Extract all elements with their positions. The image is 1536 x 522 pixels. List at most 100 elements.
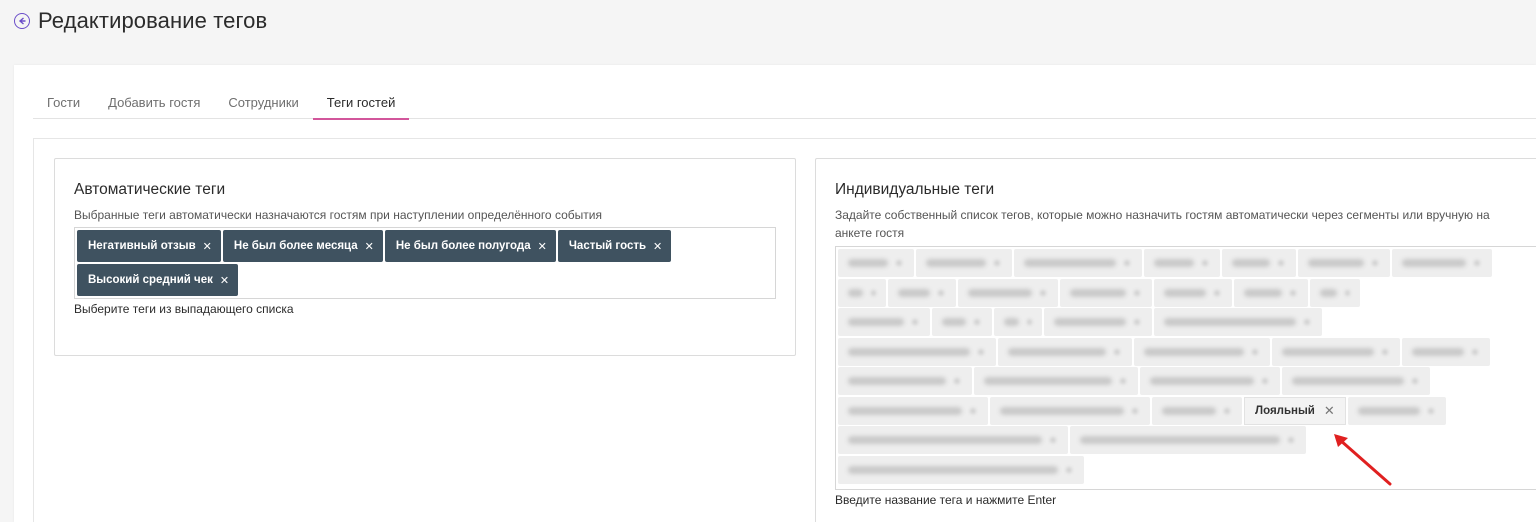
redacted-close-icon: [1124, 260, 1130, 266]
redacted-tag-chip: [1234, 278, 1308, 307]
redacted-close-icon: [1050, 437, 1056, 443]
redacted-tag-chip: [1154, 308, 1322, 336]
redacted-close-icon: [1344, 289, 1350, 296]
redacted-close-icon: [1132, 407, 1138, 414]
redacted-close-icon: [1474, 260, 1480, 266]
redacted-tag-chip: [1014, 249, 1142, 277]
redacted-text: [848, 465, 1058, 474]
redacted-close-icon: [1134, 289, 1140, 296]
redacted-tag-chip: [994, 308, 1042, 336]
redacted-text: [1144, 347, 1244, 356]
redacted-tag-chip: [1070, 426, 1306, 454]
redacted-close-icon: [912, 319, 918, 325]
close-icon[interactable]: ✕: [203, 240, 212, 253]
redacted-tag-chip: [838, 308, 930, 336]
redacted-close-icon: [1262, 378, 1268, 384]
redacted-close-icon: [1214, 289, 1220, 296]
page-title: Редактирование тегов: [38, 8, 268, 33]
redacted-text: [898, 288, 930, 297]
redacted-text: [1000, 406, 1124, 415]
redacted-text: [848, 259, 888, 267]
auto-tags-select[interactable]: Негативный отзыв ✕ Не был более месяца ✕ Н…: [74, 227, 776, 299]
redacted-tag-chip: [838, 278, 886, 307]
tab-staff[interactable]: Сотрудники: [214, 89, 312, 119]
redacted-tag-chip: [1144, 249, 1220, 277]
redacted-close-icon: [938, 289, 944, 296]
redacted-text: [1024, 259, 1116, 267]
redacted-text: [1164, 288, 1206, 297]
redacted-text: [1080, 436, 1280, 444]
redacted-close-icon: [896, 260, 902, 266]
redacted-text: [1320, 288, 1337, 297]
redacted-tag-chip: [958, 278, 1058, 307]
tag-label: Негативный отзыв: [88, 240, 196, 252]
redacted-text: [1232, 259, 1270, 267]
redacted-close-icon: [1120, 378, 1126, 384]
redacted-close-icon: [1427, 407, 1434, 414]
redacted-text: [942, 318, 966, 326]
redacted-text: [1054, 318, 1126, 326]
redacted-text: [848, 288, 864, 297]
close-icon[interactable]: ✕: [1324, 403, 1335, 419]
tag-chip: Не был более месяца ✕: [222, 230, 383, 262]
redacted-text: [1162, 406, 1216, 415]
redacted-tag-chip: [990, 396, 1150, 425]
redacted-close-icon: [1472, 348, 1478, 355]
tag-label: Частый гость: [568, 240, 647, 252]
redacted-tag-chip: [1282, 367, 1430, 395]
page-header: Редактирование тегов: [14, 6, 267, 36]
redacted-text: [1164, 318, 1296, 326]
close-icon[interactable]: ✕: [653, 240, 662, 253]
redacted-tag-chip: [838, 396, 988, 425]
auto-tags-description: Выбранные теги автоматически назначаются…: [74, 208, 602, 222]
individual-tags-description: Задайте собственный список тегов, которы…: [835, 208, 1490, 240]
redacted-text: [848, 436, 1042, 444]
tag-label: Не был более месяца: [233, 240, 358, 252]
redacted-text: [1412, 347, 1464, 356]
tab-guests[interactable]: Гости: [33, 89, 94, 119]
redacted-text: [1150, 377, 1254, 385]
tab-add-guest[interactable]: Добавить гостя: [94, 89, 214, 119]
close-icon[interactable]: ✕: [220, 274, 229, 287]
close-icon[interactable]: ✕: [538, 240, 547, 253]
redacted-close-icon: [1304, 319, 1310, 325]
redacted-text: [848, 318, 904, 326]
redacted-tag-chip: [838, 337, 996, 366]
tag-label: Лояльный: [1255, 404, 1315, 417]
redacted-close-icon: [1134, 319, 1140, 325]
tag-label: Не был более полугода: [395, 240, 531, 252]
redacted-tag-chip: [1310, 278, 1360, 307]
redacted-close-icon: [871, 289, 876, 296]
redacted-close-icon: [1040, 289, 1046, 296]
redacted-tag-chip: [974, 367, 1138, 395]
tag-chip-loyal: Лояльный ✕: [1244, 396, 1346, 425]
redacted-close-icon: [1372, 260, 1378, 266]
redacted-text: [1357, 406, 1420, 415]
redacted-text: [1244, 288, 1282, 297]
close-icon[interactable]: ✕: [365, 240, 374, 253]
redacted-tag-chip: [916, 249, 1012, 277]
redacted-close-icon: [1252, 348, 1258, 355]
redacted-tag-chip: [998, 337, 1132, 366]
redacted-text: [1308, 259, 1364, 267]
redacted-tag-chip: [888, 278, 956, 307]
redacted-close-icon: [1288, 437, 1294, 443]
redacted-close-icon: [1412, 378, 1418, 384]
redacted-text: [1292, 377, 1404, 385]
redacted-tag-chip: [1060, 278, 1152, 307]
redacted-text: [848, 347, 970, 356]
back-arrow-icon[interactable]: [14, 13, 30, 29]
redacted-tag-chip: [1154, 278, 1232, 307]
individual-tags-panel: Индивидуальные теги Задайте собственный …: [815, 158, 1536, 522]
tab-guest-tags[interactable]: Теги гостей: [312, 89, 410, 120]
redacted-close-icon: [1114, 348, 1120, 355]
redacted-tag-chip: [1044, 308, 1152, 336]
redacted-tag-chip: [838, 426, 1068, 454]
redacted-close-icon: [994, 260, 1000, 266]
redacted-text: [1154, 259, 1194, 267]
redacted-close-icon: [1278, 260, 1284, 266]
individual-tags-input[interactable]: Лояльный ✕: [835, 246, 1536, 490]
redacted-close-icon: [1202, 260, 1208, 266]
redacted-close-icon: [954, 378, 960, 384]
auto-tags-title: Автоматические теги: [74, 181, 226, 198]
